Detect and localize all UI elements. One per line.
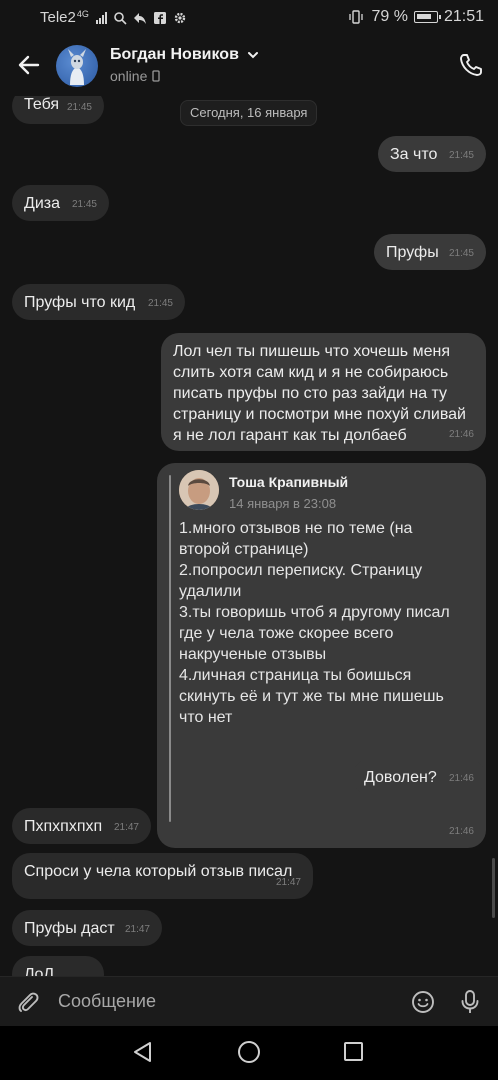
forward-body: 1.много отзывов не по теме (на второй ст… bbox=[179, 518, 461, 728]
forward-indicator-bar bbox=[169, 475, 171, 822]
message-time: 21:47 bbox=[275, 877, 301, 888]
message-time: 21:45 bbox=[448, 150, 474, 161]
phone-icon[interactable] bbox=[458, 52, 484, 78]
reply-icon bbox=[133, 12, 146, 24]
message-text: Доволен? bbox=[364, 769, 437, 786]
message-text: ЛоЛ bbox=[24, 966, 54, 976]
message-time: 21:45 bbox=[66, 102, 92, 113]
contact-name-text: Богдан Новиков bbox=[110, 46, 239, 63]
message-incoming[interactable]: Пруфы даст 21:47 bbox=[12, 910, 162, 946]
message-composer: Сообщение bbox=[0, 976, 498, 1027]
online-status: online bbox=[110, 68, 161, 84]
message-time: 21:46 bbox=[448, 773, 474, 784]
nav-back-icon[interactable] bbox=[132, 1041, 154, 1063]
message-text: Пруфы bbox=[386, 244, 439, 261]
mobile-device-icon bbox=[152, 70, 161, 82]
online-status-text: online bbox=[110, 68, 148, 84]
message-outgoing[interactable]: Лол чел ты пишешь что хочешь меня слить … bbox=[161, 333, 486, 451]
vibrate-icon bbox=[349, 10, 364, 24]
chat-header: Богдан Новиков online bbox=[0, 34, 498, 96]
message-incoming[interactable]: Тебя 21:45 bbox=[12, 96, 104, 124]
message-incoming[interactable]: Диза 21:45 bbox=[12, 185, 109, 221]
message-incoming[interactable]: Спроси у чела который отзыв писал 21:47 bbox=[12, 853, 313, 899]
avatar[interactable] bbox=[56, 45, 98, 87]
message-incoming[interactable]: ЛоЛ bbox=[12, 956, 104, 976]
message-outgoing[interactable]: Доволен? 21:46 bbox=[352, 759, 486, 795]
network-type: 4G bbox=[76, 8, 89, 19]
facebook-icon bbox=[153, 11, 166, 24]
message-time: 21:47 bbox=[113, 822, 139, 833]
message-outgoing[interactable]: Пруфы 21:45 bbox=[374, 234, 486, 270]
status-bar: Tele2 4G 79 % 21:51 bbox=[0, 0, 498, 34]
message-text: Пхпхпхпхп bbox=[24, 818, 103, 835]
contact-name[interactable]: Богдан Новиков bbox=[110, 46, 259, 64]
search-icon bbox=[114, 11, 127, 25]
paperclip-icon[interactable] bbox=[16, 990, 40, 1014]
message-text: Тебя bbox=[24, 96, 60, 113]
message-text: Диза bbox=[24, 195, 61, 212]
message-time: 21:46 bbox=[448, 429, 474, 440]
forward-line: 1.много отзывов не по теме (на второй ст… bbox=[179, 520, 413, 558]
message-text: За что bbox=[390, 146, 438, 163]
forward-line: 3.ты говоришь чтоб я другому писал где у… bbox=[179, 604, 450, 663]
nav-recent-apps-icon[interactable] bbox=[344, 1042, 363, 1061]
system-navigation-bar bbox=[0, 1026, 498, 1080]
signal-icon bbox=[95, 11, 107, 24]
message-time: 21:46 bbox=[448, 826, 474, 837]
forward-date: 14 января в 23:08 bbox=[229, 496, 337, 511]
message-text: Пруфы что кид bbox=[24, 294, 136, 311]
settings-gear-icon bbox=[174, 12, 186, 23]
message-incoming[interactable]: Пхпхпхпхп 21:47 bbox=[12, 808, 151, 844]
date-separator: Сегодня, 16 января bbox=[180, 100, 318, 126]
forward-line: 4.личная страница ты боишься скинуть её … bbox=[179, 667, 444, 726]
message-list[interactable]: Тебя 21:45 Сегодня, 16 января За что 21:… bbox=[0, 96, 498, 976]
clock: 21:51 bbox=[443, 8, 484, 25]
message-time: 21:45 bbox=[147, 298, 173, 309]
carrier-name: Tele2 bbox=[40, 9, 76, 26]
chevron-down-icon[interactable] bbox=[247, 51, 259, 59]
microphone-icon[interactable] bbox=[460, 989, 480, 1015]
message-outgoing[interactable]: За что 21:45 bbox=[378, 136, 486, 172]
message-incoming[interactable]: Пруфы что кид 21:45 bbox=[12, 284, 185, 320]
message-time: 21:45 bbox=[448, 248, 474, 259]
arrow-left-icon[interactable] bbox=[16, 52, 42, 78]
scrollbar[interactable] bbox=[492, 858, 495, 918]
battery-percent: 79 % bbox=[371, 8, 408, 25]
message-input[interactable]: Сообщение bbox=[58, 991, 156, 1012]
forward-line: 2.попросил переписку. Страницу удалили bbox=[179, 562, 423, 600]
message-text: Спроси у чела который отзыв писал bbox=[24, 863, 293, 880]
message-text: Пруфы даст bbox=[24, 920, 115, 937]
nav-home-icon[interactable] bbox=[238, 1041, 260, 1063]
forward-author[interactable]: Тоша Крапивный bbox=[229, 472, 348, 493]
avatar[interactable] bbox=[179, 470, 219, 510]
message-time: 21:45 bbox=[71, 199, 97, 210]
message-text: Лол чел ты пишешь что хочешь меня слить … bbox=[173, 343, 466, 444]
message-time: 21:47 bbox=[124, 924, 150, 935]
smile-icon[interactable] bbox=[411, 990, 435, 1014]
battery-icon bbox=[413, 11, 441, 23]
